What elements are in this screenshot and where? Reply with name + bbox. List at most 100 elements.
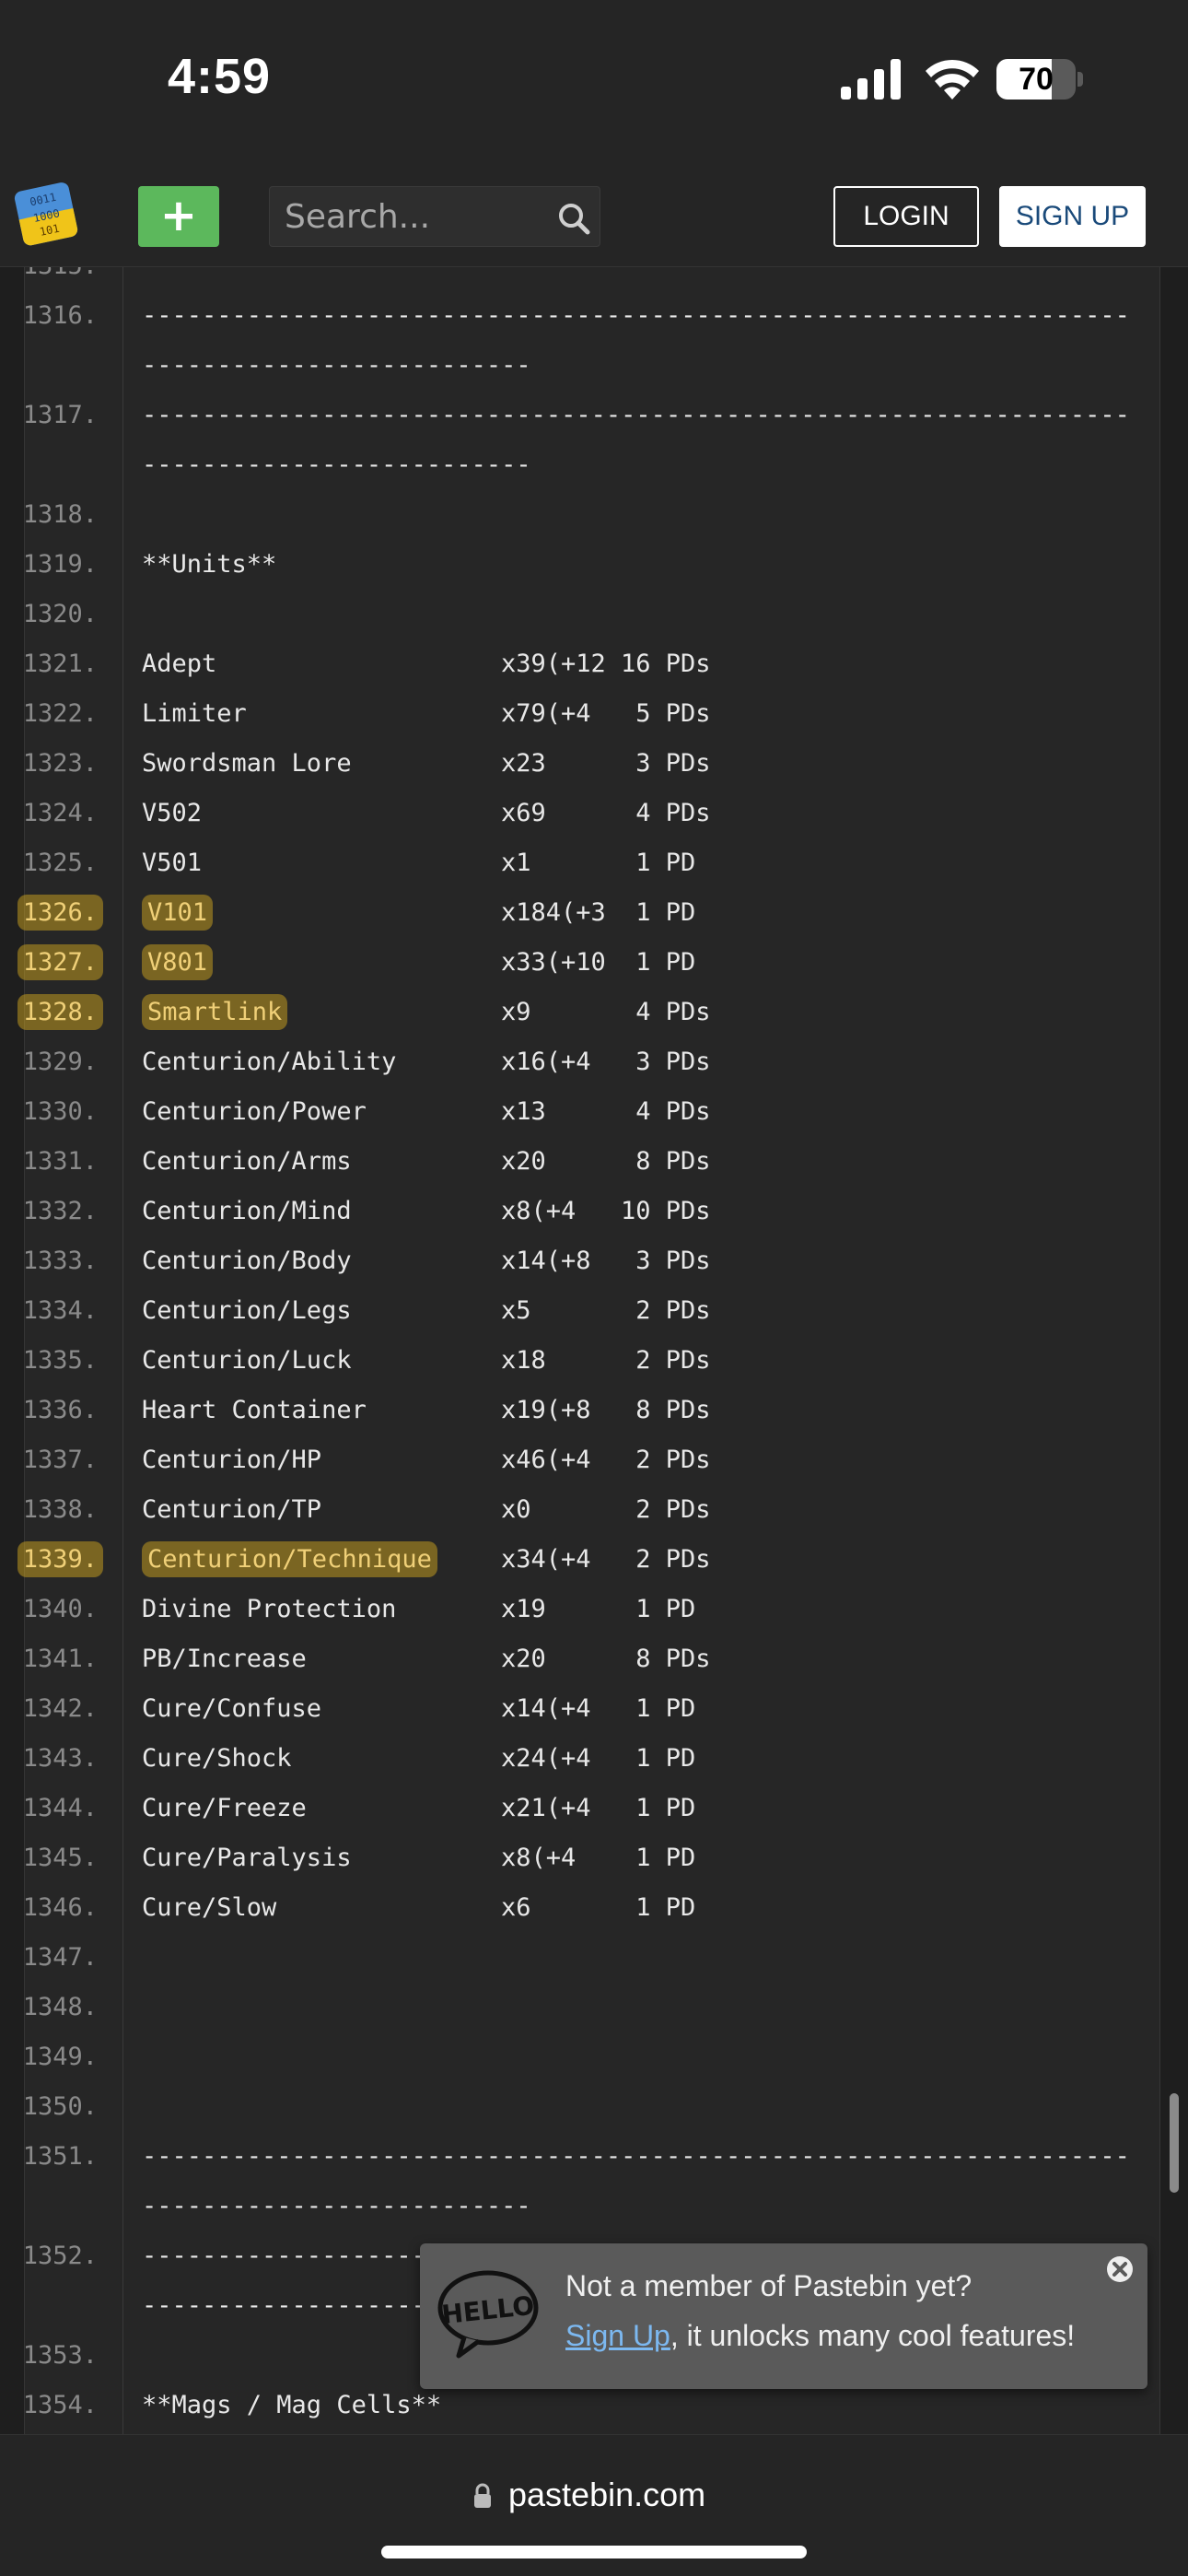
unit-count: x6 bbox=[501, 1893, 531, 1922]
code-line: 1345. Cure/Paralysis x8(+4 1 PD bbox=[0, 1833, 1188, 1883]
code-line: 1325. V501 x1 1 PD bbox=[0, 838, 1188, 888]
popup-message: Not a member of Pastebin yet? bbox=[565, 2269, 973, 2302]
svg-text:HELLO: HELLO bbox=[440, 2290, 536, 2330]
code-line: 1349. bbox=[0, 2032, 1188, 2082]
unit-pds: 1 PD bbox=[621, 1794, 696, 1822]
unit-name: Centurion/Luck bbox=[142, 1346, 352, 1375]
unit-count: x19 bbox=[501, 1595, 546, 1623]
unit-count: x184(+3 bbox=[501, 898, 606, 927]
unit-count: x8(+4 bbox=[501, 1197, 577, 1225]
line-number: 1339. bbox=[0, 1535, 103, 1585]
unit-count: x24(+4 bbox=[501, 1744, 591, 1773]
line-number: 1338. bbox=[22, 1495, 98, 1524]
unit-pds: 16 PDs bbox=[621, 650, 711, 678]
home-indicator[interactable] bbox=[381, 2546, 807, 2558]
line-text: Divine Protection x19 1 PD bbox=[142, 1585, 1136, 1634]
search-input[interactable] bbox=[270, 187, 546, 246]
unit-pds: 5 PDs bbox=[621, 699, 711, 728]
code-line: 1323. Swordsman Lore x23 3 PDs bbox=[0, 739, 1188, 789]
pastebin-logo[interactable]: 0011 1000 101 bbox=[13, 181, 81, 247]
unit-pds: 8 PDs bbox=[621, 1147, 711, 1176]
unit-pds: 1 PD bbox=[621, 1744, 696, 1773]
line-text: Cure/Paralysis x8(+4 1 PD bbox=[142, 1833, 1136, 1883]
battery-icon: 70 bbox=[996, 59, 1083, 100]
unit-pds: 3 PDs bbox=[621, 1247, 711, 1275]
paste-content[interactable]: 1315. 1316. ------------------------------… bbox=[0, 267, 1188, 2434]
unit-name: V502 bbox=[142, 799, 203, 827]
line-number: 1330. bbox=[22, 1097, 98, 1126]
line-text: PB/Increase x20 8 PDs bbox=[142, 1634, 1136, 1684]
unit-count: x0 bbox=[501, 1495, 531, 1524]
line-number: 1353. bbox=[22, 2341, 98, 2370]
line-text: Centurion/Technique x34(+4 2 PDs bbox=[142, 1535, 1136, 1585]
site-header: 0011 1000 101 + LOGIN SIGN UP bbox=[0, 157, 1188, 267]
search-icon[interactable] bbox=[557, 202, 590, 235]
line-number: 1350. bbox=[22, 2092, 98, 2121]
line-text: Limiter x79(+4 5 PDs bbox=[142, 689, 1136, 739]
battery-level: 70 bbox=[1019, 62, 1054, 97]
line-number: 1321. bbox=[22, 650, 98, 678]
unit-name: Cure/Shock bbox=[142, 1744, 292, 1773]
line-number: 1351. bbox=[22, 2142, 98, 2171]
unit-name: Cure/Freeze bbox=[142, 1794, 307, 1822]
line-number: 1352. bbox=[22, 2242, 98, 2270]
login-button[interactable]: LOGIN bbox=[833, 186, 979, 247]
line-number: 1318. bbox=[22, 500, 98, 529]
unit-count: x46(+4 bbox=[501, 1446, 591, 1474]
unit-count: x19(+8 bbox=[501, 1396, 591, 1424]
unit-name: V101 bbox=[142, 895, 214, 931]
unit-name: Centurion/Mind bbox=[142, 1197, 352, 1225]
popup-signup-link[interactable]: Sign Up bbox=[565, 2319, 670, 2352]
unit-pds: 8 PDs bbox=[621, 1396, 711, 1424]
code-line: 1329. Centurion/Ability x16(+4 3 PDs bbox=[0, 1037, 1188, 1087]
line-text: Centurion/Body x14(+8 3 PDs bbox=[142, 1236, 1136, 1286]
unit-pds: 1 PD bbox=[621, 1694, 696, 1723]
unit-pds: 4 PDs bbox=[621, 799, 711, 827]
code-line: 1337. Centurion/HP x46(+4 2 PDs bbox=[0, 1435, 1188, 1485]
code-line: 1336. Heart Container x19(+8 8 PDs bbox=[0, 1386, 1188, 1435]
unit-pds: 4 PDs bbox=[621, 998, 711, 1026]
unit-pds: 2 PDs bbox=[621, 1296, 711, 1325]
line-text: Smartlink x9 4 PDs bbox=[142, 988, 1136, 1037]
signup-button[interactable]: SIGN UP bbox=[999, 186, 1146, 247]
close-icon[interactable] bbox=[1105, 2254, 1135, 2284]
unit-count: x20 bbox=[501, 1645, 546, 1673]
unit-count: x39(+12 bbox=[501, 650, 606, 678]
code-line: 1339. Centurion/Technique x34(+4 2 PDs bbox=[0, 1535, 1188, 1585]
line-text: Adept x39(+12 16 PDs bbox=[142, 639, 1136, 689]
code-line: 1346. Cure/Slow x6 1 PD bbox=[0, 1883, 1188, 1933]
scrollbar[interactable] bbox=[1170, 2093, 1179, 2193]
code-line: 1332. Centurion/Mind x8(+4 10 PDs bbox=[0, 1187, 1188, 1236]
line-number: 1331. bbox=[22, 1147, 98, 1176]
signup-promo-popup: HELLO Not a member of Pastebin yet? Sign… bbox=[420, 2243, 1147, 2389]
code-line: 1343. Cure/Shock x24(+4 1 PD bbox=[0, 1734, 1188, 1784]
unit-count: x79(+4 bbox=[501, 699, 591, 728]
line-number: 1325. bbox=[22, 849, 98, 877]
new-paste-button[interactable]: + bbox=[138, 186, 219, 247]
unit-count: x14(+8 bbox=[501, 1247, 591, 1275]
code-line: 1317. -----------------------------------… bbox=[0, 391, 1188, 490]
line-number: 1329. bbox=[22, 1048, 98, 1076]
unit-count: x18 bbox=[501, 1346, 546, 1375]
unit-count: x13 bbox=[501, 1097, 546, 1126]
code-line: 1342. Cure/Confuse x14(+4 1 PD bbox=[0, 1684, 1188, 1734]
line-number: 1336. bbox=[22, 1396, 98, 1424]
unit-name: Centurion/Technique bbox=[142, 1541, 437, 1577]
line-text: Cure/Confuse x14(+4 1 PD bbox=[142, 1684, 1136, 1734]
unit-count: x16(+4 bbox=[501, 1048, 591, 1076]
code-line: 1315. bbox=[0, 267, 1188, 291]
unit-pds: 1 PD bbox=[621, 849, 696, 877]
unit-name: Centurion/Arms bbox=[142, 1147, 352, 1176]
unit-name: Adept bbox=[142, 650, 217, 678]
line-number: 1341. bbox=[22, 1645, 98, 1673]
browser-address-bar[interactable]: pastebin.com bbox=[0, 2434, 1188, 2576]
wifi-icon bbox=[926, 59, 979, 100]
line-number: 1349. bbox=[22, 2043, 98, 2071]
unit-pds: 1 PD bbox=[621, 1893, 696, 1922]
unit-name: V501 bbox=[142, 849, 203, 877]
unit-count: x23 bbox=[501, 749, 546, 778]
line-text: Centurion/HP x46(+4 2 PDs bbox=[142, 1435, 1136, 1485]
line-text: Centurion/Ability x16(+4 3 PDs bbox=[142, 1037, 1136, 1087]
line-number: 1342. bbox=[22, 1694, 98, 1723]
code-line: 1320. bbox=[0, 590, 1188, 639]
